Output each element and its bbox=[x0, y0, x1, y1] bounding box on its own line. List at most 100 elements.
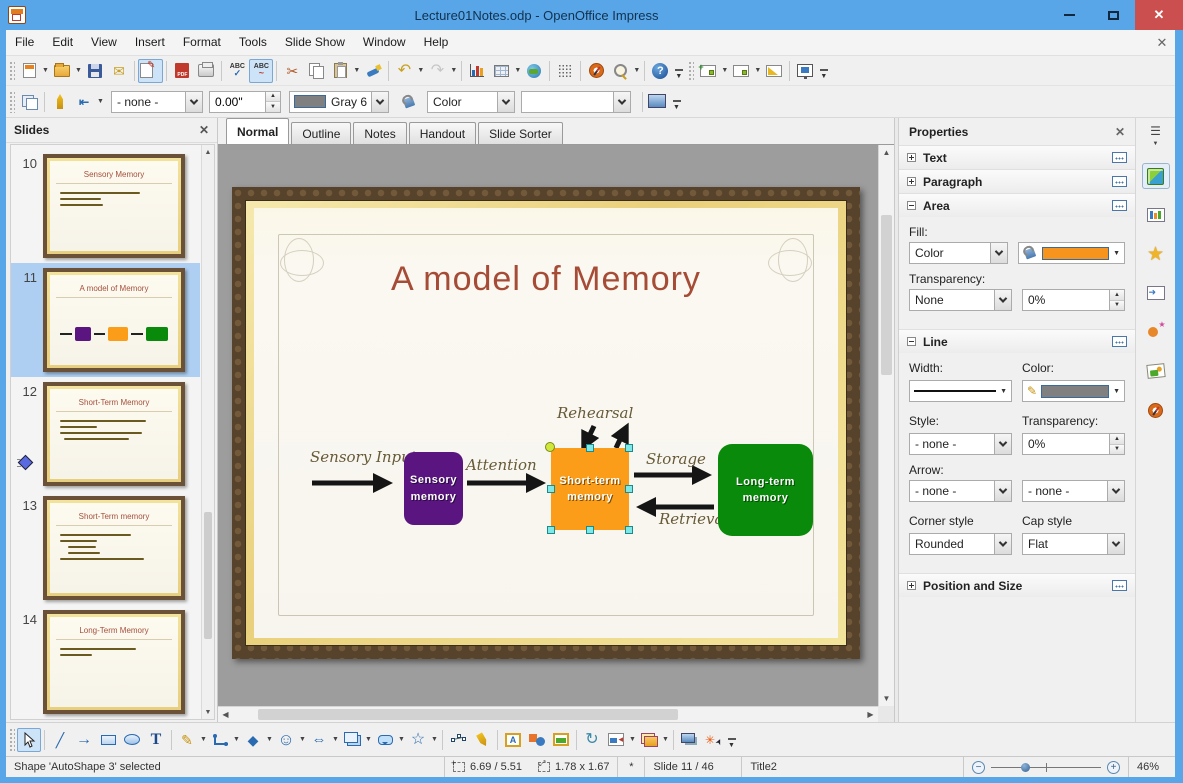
section-paragraph[interactable]: Paragraph bbox=[899, 169, 1135, 193]
canvas-vertical-scrollbar[interactable]: ▲ ▼ bbox=[878, 145, 894, 706]
animation-indicator-icon[interactable] bbox=[17, 455, 31, 469]
close-button[interactable]: ✕ bbox=[1135, 0, 1183, 30]
tab-slide-sorter[interactable]: Slide Sorter bbox=[478, 122, 563, 144]
symbol-shapes-button[interactable]: ☺ bbox=[274, 728, 298, 752]
zoom-out-icon[interactable]: − bbox=[972, 760, 985, 774]
zoom-track[interactable] bbox=[991, 761, 1101, 774]
toolbar-grip2[interactable] bbox=[8, 90, 15, 113]
scroll-up-icon[interactable]: ▲ bbox=[202, 145, 214, 159]
zoom-dropdown[interactable]: ▼ bbox=[632, 59, 641, 83]
paste-dropdown[interactable]: ▼ bbox=[352, 59, 361, 83]
arrow-begin-select[interactable]: - none - bbox=[909, 480, 1012, 502]
slide-thumbnail-10[interactable]: 10 Sensory Memory bbox=[11, 149, 200, 263]
fontwork-button[interactable]: A bbox=[501, 728, 525, 752]
line-toolbar-overflow[interactable]: ▼ bbox=[670, 90, 683, 114]
transparency-spinner[interactable]: 0% ▲ ▼ bbox=[1022, 289, 1125, 311]
arrow-style-button[interactable]: ⇤ bbox=[72, 90, 96, 114]
callouts-button[interactable] bbox=[373, 728, 397, 752]
paste-button[interactable] bbox=[328, 59, 352, 83]
line-style-select[interactable]: - none - bbox=[909, 433, 1012, 455]
alignment-dropdown[interactable]: ▼ bbox=[628, 728, 637, 752]
position-dialog-launcher-icon[interactable] bbox=[1112, 580, 1127, 591]
canvas-scroll-left-icon[interactable]: ◀ bbox=[218, 707, 233, 722]
corner-style-select[interactable]: Rounded bbox=[909, 533, 1012, 555]
slide-design-button[interactable] bbox=[762, 59, 786, 83]
flowchart-button[interactable] bbox=[340, 728, 364, 752]
fill-type-select[interactable]: Color bbox=[909, 242, 1008, 264]
new-document-button[interactable] bbox=[17, 59, 41, 83]
text-tool-button[interactable]: T bbox=[144, 728, 168, 752]
selection-handle-right[interactable] bbox=[625, 485, 633, 493]
basic-shapes-dropdown[interactable]: ▼ bbox=[265, 728, 274, 752]
edit-mode-button[interactable]: ✎ bbox=[138, 58, 164, 83]
transparency-type-select[interactable]: None bbox=[909, 289, 1012, 311]
section-position-size[interactable]: Position and Size bbox=[899, 573, 1135, 597]
label-sensory-input[interactable]: Sensory Input bbox=[310, 448, 417, 466]
selection-handle-bottom-left[interactable] bbox=[547, 526, 555, 534]
selection-handle-bottom-right[interactable] bbox=[625, 526, 633, 534]
line-dialog-launcher-icon[interactable] bbox=[1112, 336, 1127, 347]
undo-button[interactable]: ↶ bbox=[392, 59, 416, 83]
canvas-scroll-up-icon[interactable]: ▲ bbox=[879, 145, 894, 160]
tab-normal[interactable]: Normal bbox=[226, 118, 290, 144]
cut-button[interactable]: ✂ bbox=[280, 59, 304, 83]
insert-table-button[interactable] bbox=[489, 59, 513, 83]
slide-thumbnail-14[interactable]: 14 Long-Term Memory bbox=[11, 605, 200, 719]
collapse-icon[interactable] bbox=[907, 201, 916, 210]
label-attention[interactable]: Attention bbox=[466, 456, 537, 474]
email-button[interactable]: ✉ bbox=[107, 59, 131, 83]
section-area[interactable]: Area bbox=[899, 193, 1135, 217]
ellipse-tool-button[interactable] bbox=[120, 728, 144, 752]
zoom-slider[interactable]: − + bbox=[964, 760, 1128, 774]
menu-edit[interactable]: Edit bbox=[43, 30, 82, 55]
symbol-shapes-dropdown[interactable]: ▼ bbox=[298, 728, 307, 752]
fill-type-combo[interactable]: Color bbox=[427, 90, 515, 113]
selection-handle-bottom[interactable] bbox=[586, 526, 594, 534]
save-button[interactable] bbox=[83, 59, 107, 83]
block-arrows-button[interactable]: ⇔ bbox=[307, 728, 331, 752]
block-arrows-dropdown[interactable]: ▼ bbox=[331, 728, 340, 752]
shape-long-term-memory[interactable]: Long-term memory bbox=[718, 444, 813, 536]
expand-icon[interactable] bbox=[907, 581, 916, 590]
menu-insert[interactable]: Insert bbox=[126, 30, 174, 55]
callouts-dropdown[interactable]: ▼ bbox=[397, 728, 406, 752]
line-dialog-button[interactable] bbox=[48, 90, 72, 114]
arrow-style-dropdown[interactable]: ▼ bbox=[96, 90, 105, 114]
open-button[interactable] bbox=[50, 59, 74, 83]
slides-scrollbar[interactable]: ▲ ▼ bbox=[201, 145, 214, 719]
slide-thumbnail-13[interactable]: 13 Short-Term memory bbox=[11, 491, 200, 605]
tab-navigator[interactable] bbox=[1142, 397, 1170, 423]
shape-sensory-memory[interactable]: Sensory memory bbox=[404, 452, 463, 525]
slide-editing-area[interactable]: A model of Memory Sensory Input Attentio… bbox=[232, 187, 860, 659]
drawbar-overflow[interactable]: ▼ bbox=[725, 728, 738, 752]
table-dropdown[interactable]: ▼ bbox=[513, 59, 522, 83]
area-dialog-launcher-icon[interactable] bbox=[1112, 200, 1127, 211]
slides-scroll-thumb[interactable] bbox=[204, 512, 212, 639]
arrange-button[interactable] bbox=[637, 728, 661, 752]
clone-formatting-button[interactable] bbox=[361, 59, 385, 83]
section-text[interactable]: Text bbox=[899, 145, 1135, 169]
menu-slideshow[interactable]: Slide Show bbox=[276, 30, 354, 55]
zoom-in-icon[interactable]: + bbox=[1107, 760, 1120, 774]
extrusion-button[interactable] bbox=[677, 728, 701, 752]
rotate-button[interactable]: ↻ bbox=[580, 728, 604, 752]
menu-file[interactable]: File bbox=[6, 30, 43, 55]
close-document-icon[interactable]: ✕ bbox=[1149, 35, 1175, 51]
maximize-button[interactable] bbox=[1091, 0, 1135, 30]
hyperlink-button[interactable] bbox=[522, 59, 546, 83]
tab-custom-animation[interactable] bbox=[1142, 319, 1170, 345]
tab-gallery[interactable] bbox=[1142, 358, 1170, 384]
label-storage[interactable]: Storage bbox=[646, 450, 706, 468]
expand-icon[interactable] bbox=[907, 177, 916, 186]
redo-button[interactable]: ↷ bbox=[425, 59, 449, 83]
menu-help[interactable]: Help bbox=[415, 30, 458, 55]
basic-shapes-button[interactable]: ◆ bbox=[241, 728, 265, 752]
toolbar-overflow-button[interactable]: ▼ bbox=[672, 59, 685, 83]
tab-gallery-star[interactable]: ★ bbox=[1142, 241, 1170, 267]
presentation-toolbar-grip[interactable] bbox=[687, 60, 695, 81]
properties-close-icon[interactable]: ✕ bbox=[1115, 125, 1125, 139]
new-document-dropdown[interactable]: ▼ bbox=[41, 59, 50, 83]
glue-points-button[interactable] bbox=[470, 728, 494, 752]
slide-canvas[interactable]: A model of Memory Sensory Input Attentio… bbox=[218, 145, 894, 722]
line-color-combo[interactable]: Gray 6 bbox=[289, 90, 389, 113]
